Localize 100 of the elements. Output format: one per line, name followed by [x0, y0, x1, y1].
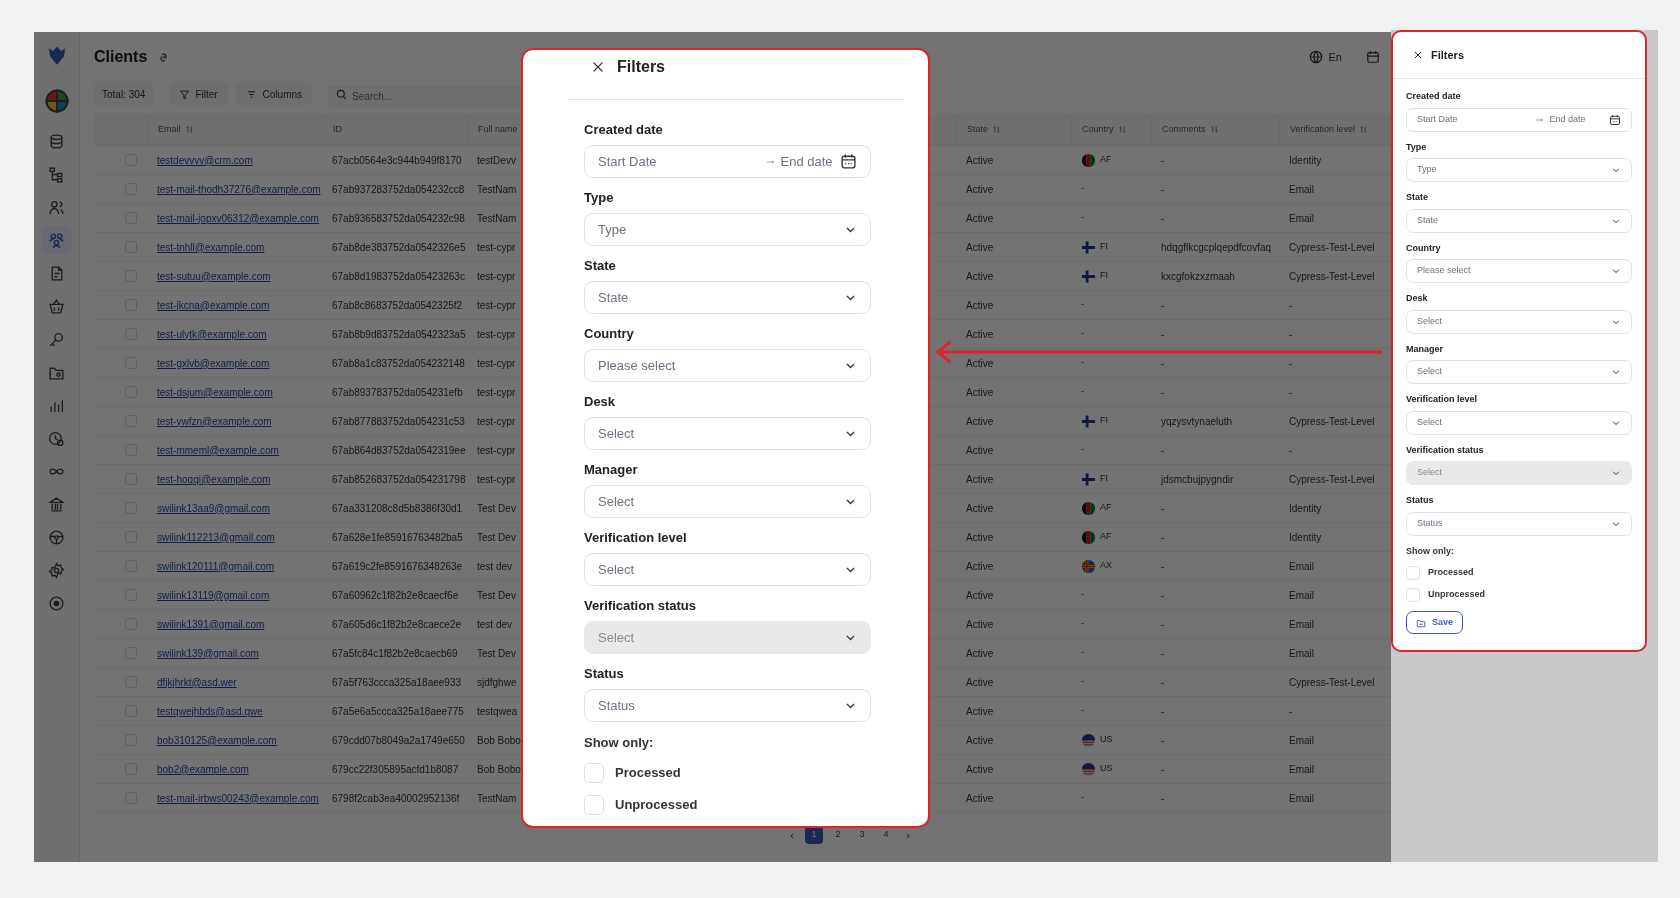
select-field[interactable]: Please select [584, 349, 871, 382]
select-field[interactable]: Select [1406, 360, 1632, 384]
calendar-icon[interactable] [1609, 113, 1621, 126]
total-count: Total: 304 [94, 83, 154, 105]
select-field[interactable]: Select [584, 417, 871, 450]
sort-icon[interactable] [992, 125, 1001, 134]
email-link[interactable]: test-hoqqi@example.com [157, 473, 271, 485]
table-cell: Active [966, 647, 994, 659]
panel-title: Filters [617, 57, 665, 77]
panel-title: Filters [1431, 47, 1464, 63]
calendar-icon[interactable] [840, 153, 857, 170]
column-header[interactable]: ID [333, 122, 342, 137]
table-cell: test-cypr [477, 241, 516, 253]
table-cell: testqwea [477, 705, 518, 717]
table-cell: - [1289, 357, 1293, 369]
page-button[interactable]: 2 [829, 826, 847, 844]
select-field[interactable]: Please select [1406, 259, 1632, 283]
select-field[interactable]: Status [584, 689, 871, 722]
flag-icon [1081, 529, 1096, 545]
email-link[interactable]: test-mail-irbws00243@example.com [157, 792, 319, 804]
field-label: Created date [1406, 90, 1462, 103]
email-link[interactable]: bob2@example.com [157, 763, 249, 775]
select-field[interactable]: Select [1406, 309, 1632, 334]
column-header[interactable]: State [967, 122, 988, 137]
checkbox[interactable] [1406, 566, 1420, 580]
email-link[interactable]: test-mail-jopxv06312@example.com [157, 212, 319, 224]
email-link[interactable]: bob310125@example.com [157, 734, 277, 746]
table-cell: - [1289, 705, 1293, 717]
sort-icon[interactable] [1359, 125, 1369, 134]
select-field[interactable]: Type [584, 213, 871, 246]
column-header[interactable]: Email [158, 122, 181, 137]
email-link[interactable]: testqwejhbds@asd.qwe [157, 705, 263, 717]
email-link[interactable]: test-mail-thodh37276@example.com [157, 183, 321, 195]
column-header[interactable]: Comments [1162, 122, 1206, 137]
email-link[interactable]: test-sutuu@example.com [157, 270, 271, 282]
email-link[interactable]: test-ywfzn@example.com [157, 415, 272, 427]
table-cell: 67a5e6a5ccca325a18aee775 [332, 705, 464, 717]
table-cell: test-cypr [477, 444, 516, 456]
table-cell: - [1081, 327, 1084, 341]
page-button[interactable]: 4 [877, 826, 895, 844]
email-link[interactable]: test-dsjum@example.com [157, 386, 273, 398]
filter-button[interactable]: Filter [169, 83, 228, 105]
language-selector[interactable]: En [1328, 48, 1342, 66]
table-cell: 67ab852683752da054231798 [332, 473, 466, 485]
checkbox[interactable] [584, 795, 604, 815]
checkbox[interactable] [1406, 588, 1420, 602]
table-cell: Active [966, 386, 994, 398]
table-cell: - [1161, 328, 1165, 340]
table-cell: 67ab8b9d83752da0542323a5 [332, 328, 466, 340]
next-page-button[interactable]: › [901, 826, 915, 844]
select-field[interactable]: Status [1406, 511, 1632, 536]
column-header[interactable]: Full name [478, 122, 518, 137]
email-link[interactable]: test-ulytk@example.com [157, 328, 267, 340]
date-range-field[interactable]: Start Date End date [1406, 107, 1632, 132]
email-link[interactable]: test-gxlvb@example.com [157, 357, 270, 369]
email-link[interactable]: test-mmeml@example.com [157, 444, 279, 456]
email-link[interactable]: swilink13119@gmail.com [157, 589, 270, 601]
flag-icon [1081, 239, 1096, 255]
close-icon[interactable] [591, 60, 605, 74]
email-link[interactable]: dfjkjhrkt@asd.wer [157, 676, 237, 688]
email-link[interactable]: swilink139@gmail.com [157, 647, 259, 659]
email-link[interactable]: test-jkcna@example.com [157, 299, 270, 311]
previous-page-button[interactable]: ‹ [785, 826, 799, 844]
select-field[interactable]: State [584, 281, 871, 314]
table-cell: Test Dev [477, 502, 516, 514]
email-link[interactable]: swilink120111@gmail.com [157, 560, 275, 572]
sort-icon[interactable] [184, 125, 194, 134]
select-field[interactable]: Select [584, 553, 871, 586]
select-field[interactable]: State [1406, 208, 1632, 233]
field-label: Created date [584, 122, 664, 138]
column-header[interactable]: Country [1082, 122, 1114, 137]
table-cell: Email [1289, 618, 1314, 630]
email-link[interactable]: testdevvvv@crm.com [157, 154, 253, 166]
table-cell: FI [1100, 240, 1108, 254]
sidebar-item[interactable] [41, 225, 72, 255]
sort-icon[interactable] [1117, 125, 1127, 134]
email-link[interactable]: swilink112213@gmail.com [157, 531, 275, 543]
column-header[interactable]: Verification level [1290, 122, 1356, 137]
save-button[interactable]: Save [1406, 611, 1464, 634]
table-cell: US [1100, 733, 1113, 747]
sort-icon[interactable] [1209, 125, 1219, 134]
email-link[interactable]: swilink1391@gmail.com [157, 618, 265, 630]
table-cell: FI [1100, 269, 1108, 283]
table-cell: TestNam [477, 183, 517, 195]
page-button[interactable]: 3 [853, 826, 871, 844]
select-field[interactable]: Select [1406, 410, 1632, 435]
select-field[interactable]: Select [584, 485, 871, 518]
email-link[interactable]: swilink13aa9@gmail.com [157, 502, 270, 514]
globe-icon[interactable] [1308, 50, 1323, 64]
select-field[interactable]: Type [1406, 158, 1632, 182]
table-cell: Bob Bobo [477, 763, 521, 775]
date-range-field[interactable]: Start Date End date [584, 145, 871, 178]
email-link[interactable]: test-tnhll@example.com [157, 241, 265, 253]
table-cell: Email [1289, 647, 1314, 659]
checkbox[interactable] [584, 763, 604, 783]
close-icon[interactable] [1413, 50, 1423, 60]
columns-button[interactable]: Columns [235, 83, 313, 105]
checkbox-label: Processed [1428, 566, 1474, 580]
table-cell: Email [1289, 734, 1314, 746]
table-cell: AX [1100, 559, 1112, 573]
